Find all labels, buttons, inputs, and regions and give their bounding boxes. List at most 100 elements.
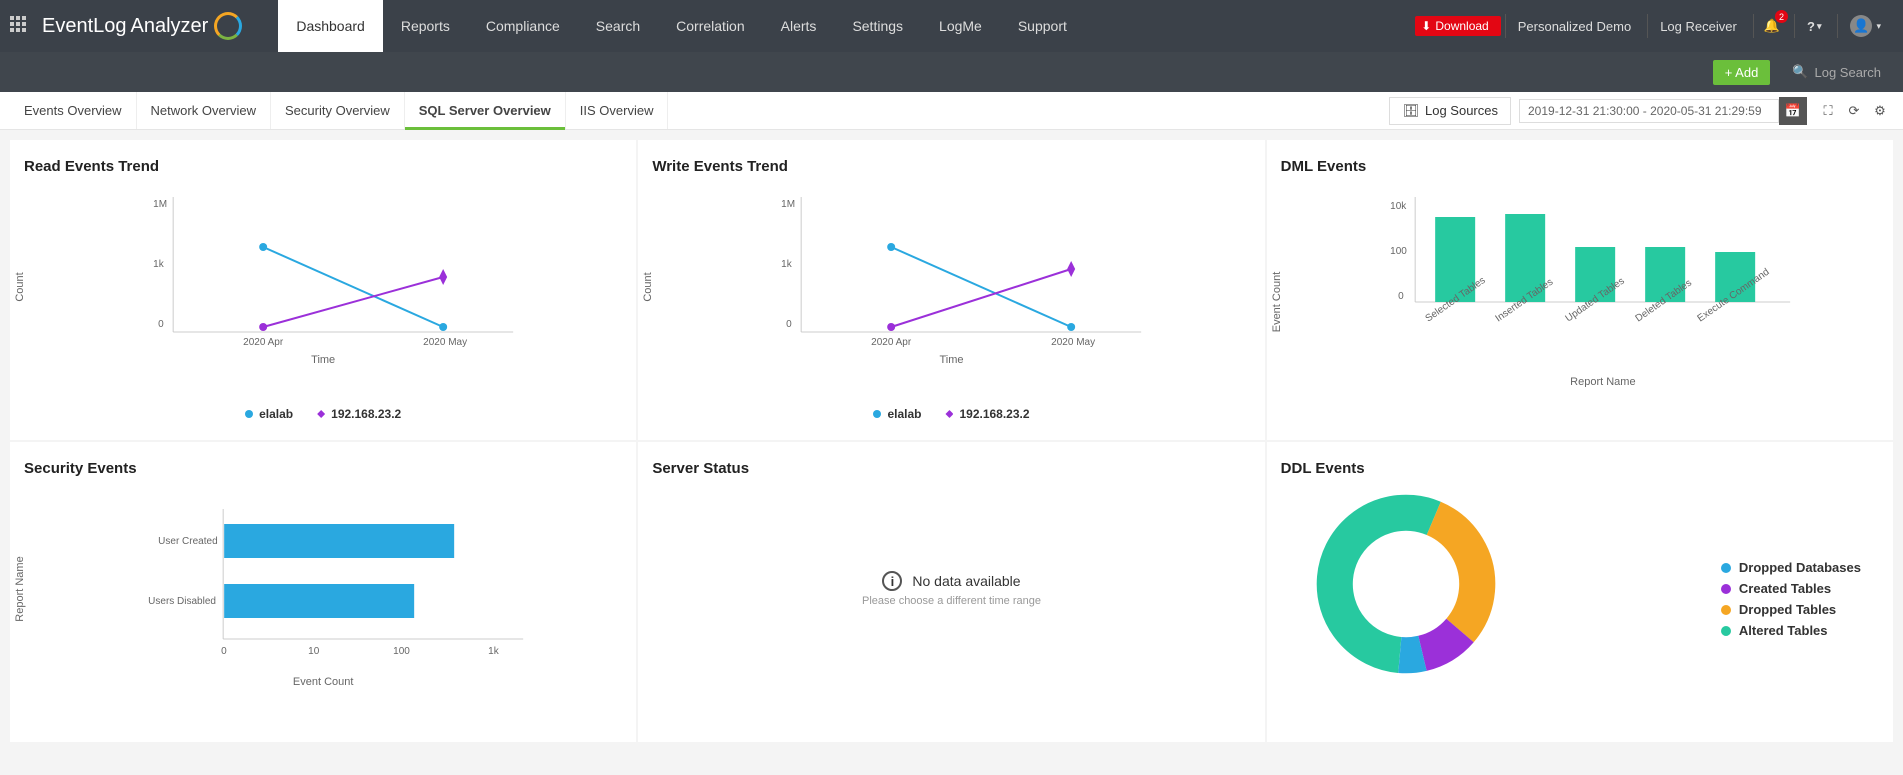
download-icon: ⬇ bbox=[1421, 19, 1431, 33]
log-search-button[interactable]: 🔍 Log Search bbox=[1780, 59, 1893, 85]
tab-sql-server-overview[interactable]: SQL Server Overview bbox=[405, 92, 566, 129]
svg-text:2020 May: 2020 May bbox=[423, 337, 467, 347]
nav-alerts[interactable]: Alerts bbox=[763, 0, 835, 52]
panel-security-events: Security Events Report Name User Created… bbox=[10, 442, 636, 742]
refresh-button[interactable]: ⟳ bbox=[1841, 98, 1867, 124]
panel-ddl-events: DDL Events Dropped Databases Created Tab… bbox=[1267, 442, 1893, 742]
y-axis-label: Count bbox=[14, 272, 26, 301]
svg-text:2020 May: 2020 May bbox=[1051, 337, 1095, 347]
svg-text:2020 Apr: 2020 Apr bbox=[871, 337, 912, 347]
tab-events-overview[interactable]: Events Overview bbox=[10, 92, 137, 129]
tab-network-overview[interactable]: Network Overview bbox=[137, 92, 271, 129]
log-sources-label: Log Sources bbox=[1425, 103, 1498, 118]
legend-item[interactable]: 192.168.23.2 bbox=[945, 407, 1029, 421]
product-logo: EventLog Analyzer bbox=[42, 12, 248, 40]
svg-text:0: 0 bbox=[786, 319, 792, 330]
svg-text:0: 0 bbox=[1398, 291, 1404, 302]
apps-grid-icon[interactable] bbox=[10, 16, 30, 36]
legend-label: elalab bbox=[259, 407, 293, 421]
log-receiver-link[interactable]: Log Receiver bbox=[1647, 14, 1749, 38]
legend-item[interactable]: elalab bbox=[245, 407, 293, 421]
nav-support[interactable]: Support bbox=[1000, 0, 1085, 52]
refresh-icon: ⟳ bbox=[1849, 103, 1860, 119]
panel-title: Security Events bbox=[24, 460, 622, 477]
svg-text:0: 0 bbox=[221, 646, 227, 657]
second-bar: + Add 🔍 Log Search bbox=[0, 52, 1903, 92]
download-button[interactable]: ⬇ Download bbox=[1415, 16, 1500, 36]
svg-text:10: 10 bbox=[308, 646, 320, 657]
svg-text:100: 100 bbox=[1390, 246, 1407, 257]
x-axis-label: Time bbox=[652, 354, 1250, 366]
panel-dml-events: DML Events Event Count 10k1000 Selected … bbox=[1267, 140, 1893, 440]
date-range-display[interactable]: 2019-12-31 21:30:00 - 2020-05-31 21:29:5… bbox=[1519, 99, 1779, 123]
panel-title: Write Events Trend bbox=[652, 158, 1250, 175]
nav-correlation[interactable]: Correlation bbox=[658, 0, 762, 52]
tab-iis-overview[interactable]: IIS Overview bbox=[566, 92, 669, 129]
ddl-events-chart: Dropped Databases Created Tables Dropped… bbox=[1281, 489, 1879, 709]
filter-bar: Events Overview Network Overview Securit… bbox=[0, 92, 1903, 130]
svg-text:1k: 1k bbox=[781, 259, 793, 270]
info-icon: i bbox=[882, 571, 902, 591]
gear-icon: ⚙ bbox=[1874, 103, 1886, 119]
security-events-chart: Report Name User Created Users Disabled … bbox=[24, 489, 622, 689]
svg-text:1M: 1M bbox=[781, 199, 795, 210]
settings-button[interactable]: ⚙ bbox=[1867, 98, 1893, 124]
panel-read-events: Read Events Trend Count 1M1k0 2020 Apr20… bbox=[10, 140, 636, 440]
legend-label: 192.168.23.2 bbox=[331, 407, 401, 421]
chart-legend: Dropped Databases Created Tables Dropped… bbox=[1721, 554, 1861, 644]
svg-text:1k: 1k bbox=[153, 259, 165, 270]
legend-item[interactable]: Altered Tables bbox=[1721, 623, 1861, 638]
read-events-chart: Count 1M1k0 2020 Apr2020 May Time bbox=[24, 187, 622, 387]
tab-security-overview[interactable]: Security Overview bbox=[271, 92, 405, 129]
x-axis-label: Time bbox=[24, 354, 622, 366]
nav-logme[interactable]: LogMe bbox=[921, 0, 1000, 52]
legend-item[interactable]: 192.168.23.2 bbox=[317, 407, 401, 421]
no-data-text: No data available bbox=[912, 573, 1020, 589]
legend-item[interactable]: Created Tables bbox=[1721, 581, 1861, 596]
notifications-button[interactable]: 🔔 2 bbox=[1753, 14, 1790, 38]
top-right-actions: ⬇ Download Personalized Demo Log Receive… bbox=[1415, 14, 1893, 38]
svg-text:User Created: User Created bbox=[158, 536, 217, 547]
chart-legend: elalab 192.168.23.2 bbox=[24, 407, 622, 421]
svg-text:Users Disabled: Users Disabled bbox=[148, 596, 216, 607]
avatar-icon: 👤 bbox=[1850, 15, 1872, 37]
svg-text:0: 0 bbox=[158, 319, 164, 330]
nav-reports[interactable]: Reports bbox=[383, 0, 468, 52]
personalized-demo-link[interactable]: Personalized Demo bbox=[1505, 14, 1643, 38]
legend-item[interactable]: elalab bbox=[873, 407, 921, 421]
log-sources-button[interactable]: 🗄 Log Sources bbox=[1389, 97, 1511, 125]
user-menu[interactable]: 👤 ▾ bbox=[1837, 14, 1893, 38]
write-events-chart: Count 1M1k0 2020 Apr2020 May Time bbox=[652, 187, 1250, 387]
svg-text:1k: 1k bbox=[488, 646, 500, 657]
nav-compliance[interactable]: Compliance bbox=[468, 0, 578, 52]
search-icon: 🔍 bbox=[1792, 64, 1808, 80]
panel-title: DDL Events bbox=[1281, 460, 1879, 477]
chart-legend: elalab 192.168.23.2 bbox=[652, 407, 1250, 421]
legend-label: 192.168.23.2 bbox=[959, 407, 1029, 421]
help-button[interactable]: ?▾ bbox=[1794, 14, 1833, 38]
nav-settings[interactable]: Settings bbox=[834, 0, 921, 52]
dashboard-grid: Read Events Trend Count 1M 1k 0 2020 Apr 20… bbox=[0, 130, 1903, 752]
panel-title: DML Events bbox=[1281, 158, 1879, 175]
logo-swirl-icon bbox=[214, 12, 242, 40]
calendar-button[interactable]: 📅 bbox=[1779, 97, 1807, 125]
database-icon: 🗄 bbox=[1402, 103, 1419, 119]
x-axis-label: Report Name bbox=[1570, 376, 1635, 387]
top-bar: EventLog Analyzer Dashboard Reports Comp… bbox=[0, 0, 1903, 52]
nav-search[interactable]: Search bbox=[578, 0, 658, 52]
legend-label: Altered Tables bbox=[1739, 623, 1828, 638]
panel-write-events: Write Events Trend Count 1M 1k 0 2020 Apr 2… bbox=[638, 140, 1264, 440]
legend-label: Created Tables bbox=[1739, 581, 1831, 596]
no-data-placeholder: i No data available Please choose a diff… bbox=[652, 489, 1250, 689]
legend-item[interactable]: Dropped Databases bbox=[1721, 560, 1861, 575]
nav-dashboard[interactable]: Dashboard bbox=[278, 0, 383, 52]
y-axis-label: Count bbox=[642, 272, 654, 301]
no-data-subtext: Please choose a different time range bbox=[862, 595, 1041, 607]
add-button[interactable]: + Add bbox=[1713, 60, 1771, 85]
legend-item[interactable]: Dropped Tables bbox=[1721, 602, 1861, 617]
svg-text:10k: 10k bbox=[1390, 201, 1407, 212]
fullscreen-button[interactable]: ⛶ bbox=[1815, 98, 1841, 124]
panel-title: Read Events Trend bbox=[24, 158, 622, 175]
log-search-label: Log Search bbox=[1815, 65, 1882, 80]
dashboard-sub-tabs: Events Overview Network Overview Securit… bbox=[10, 92, 668, 129]
